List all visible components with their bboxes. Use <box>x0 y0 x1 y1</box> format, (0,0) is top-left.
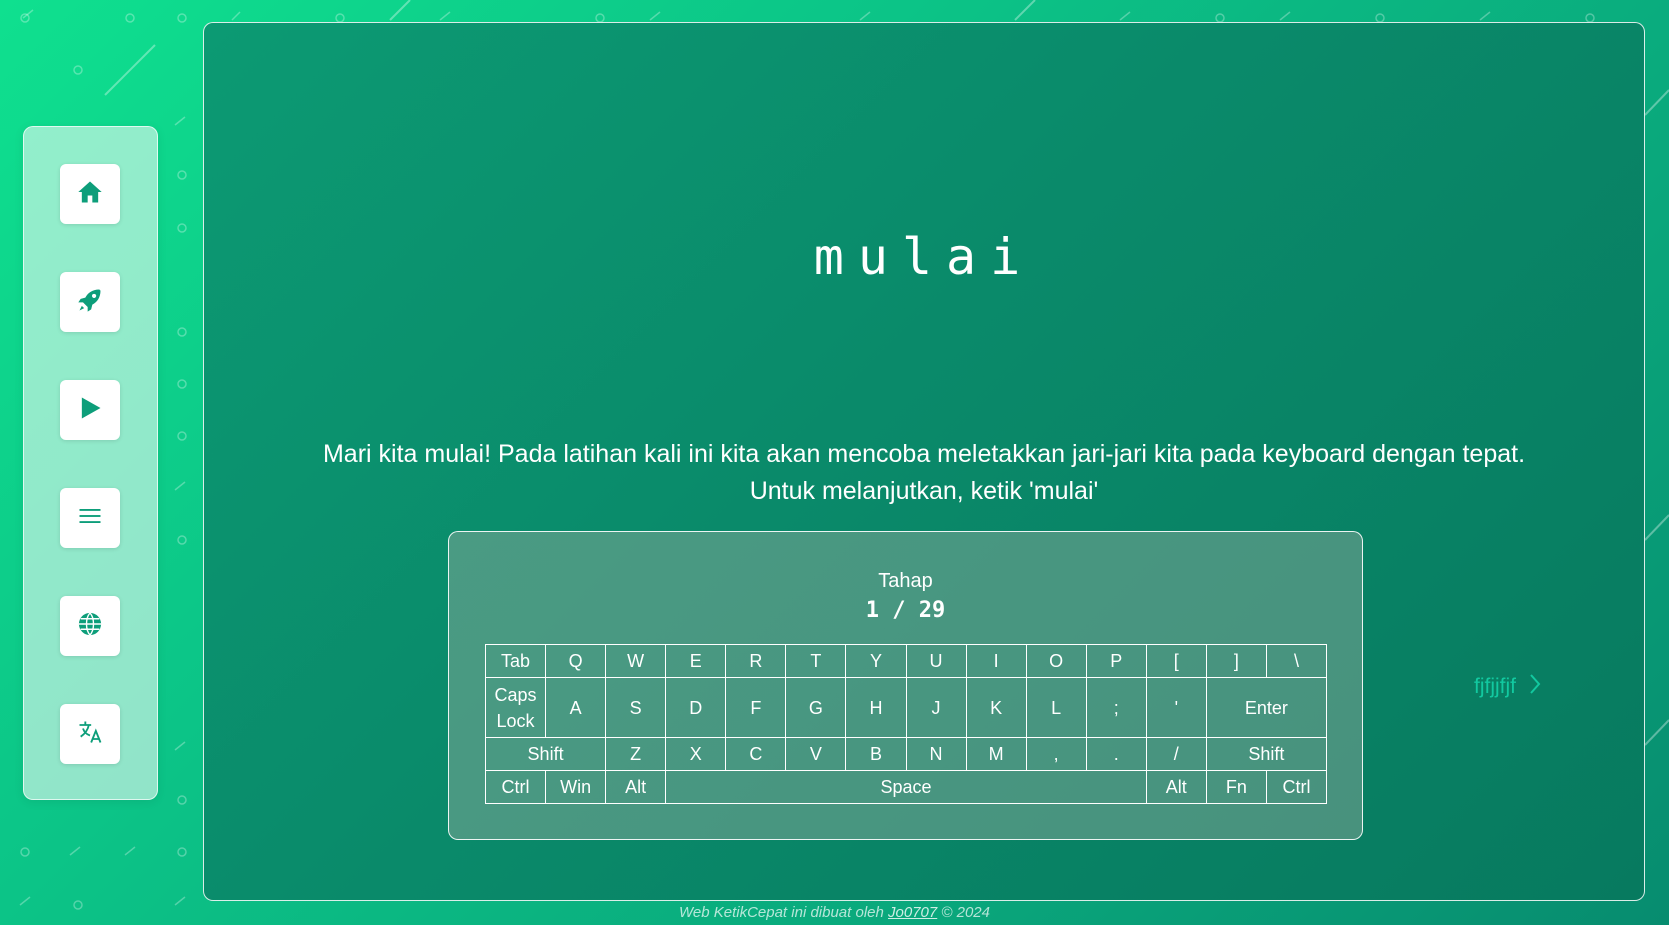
key-bracket-right: ] <box>1206 645 1267 678</box>
key-p: P <box>1086 645 1147 678</box>
key-ctrl-left: Ctrl <box>486 771 547 804</box>
translate-button[interactable] <box>60 704 120 764</box>
rocket-icon <box>76 286 104 318</box>
key-win: Win <box>546 771 607 804</box>
keyboard-layout: Tab Q W E R T Y U I O P [ ] \ Caps Lock … <box>485 644 1327 804</box>
key-backslash: \ <box>1266 645 1327 678</box>
key-s: S <box>606 678 667 738</box>
key-w: W <box>606 645 667 678</box>
key-enter: Enter <box>1206 678 1327 738</box>
author-link[interactable]: Jo0707 <box>888 904 937 921</box>
keyboard-panel: Tahap 1 / 29 Tab Q W E R T Y U I O P [ ]… <box>448 531 1363 840</box>
current-word: mulai <box>813 228 1035 286</box>
globe-icon <box>76 610 104 642</box>
key-u: U <box>906 645 967 678</box>
key-y: Y <box>846 645 907 678</box>
footer: Web KetikCepat ini dibuat oleh Jo0707 © … <box>0 904 1669 921</box>
instruction-line-1: Mari kita mulai! Pada latihan kali ini k… <box>322 440 1526 468</box>
typing-panel: mulai Mari kita mulai! Pada latihan kali… <box>203 22 1645 901</box>
instruction-line-2: Untuk melanjutkan, ketik 'mulai' <box>749 477 1099 505</box>
key-c: C <box>726 738 787 771</box>
key-bracket-left: [ <box>1146 645 1207 678</box>
key-ctrl-right: Ctrl <box>1266 771 1327 804</box>
play-button[interactable] <box>60 380 120 440</box>
key-caps-lock: Caps Lock <box>486 678 547 738</box>
key-space: Space <box>666 771 1147 804</box>
instruction-text: Mari kita mulai! Pada latihan kali ini k… <box>234 436 1614 510</box>
key-t: T <box>786 645 847 678</box>
rocket-button[interactable] <box>60 272 120 332</box>
key-m: M <box>966 738 1027 771</box>
key-b: B <box>846 738 907 771</box>
key-k: K <box>966 678 1027 738</box>
key-n: N <box>906 738 967 771</box>
key-period: . <box>1086 738 1147 771</box>
key-f: F <box>726 678 787 738</box>
key-q: Q <box>546 645 607 678</box>
key-comma: , <box>1026 738 1087 771</box>
play-icon <box>76 394 104 426</box>
key-e: E <box>666 645 727 678</box>
key-tab: Tab <box>486 645 547 678</box>
stage-count: 1 / 29 <box>865 598 946 623</box>
key-fn: Fn <box>1206 771 1267 804</box>
key-shift-right: Shift <box>1206 738 1327 771</box>
key-semicolon: ; <box>1086 678 1147 738</box>
key-a: A <box>546 678 607 738</box>
key-z: Z <box>606 738 667 771</box>
key-shift-left: Shift <box>486 738 607 771</box>
key-g: G <box>786 678 847 738</box>
key-alt-left: Alt <box>606 771 667 804</box>
key-l: L <box>1026 678 1087 738</box>
key-x: X <box>666 738 727 771</box>
key-r: R <box>726 645 787 678</box>
home-button[interactable] <box>60 164 120 224</box>
key-h: H <box>846 678 907 738</box>
stage-label: Tahap <box>878 570 933 592</box>
next-lesson-link[interactable]: fjfjjfjf <box>1474 673 1542 701</box>
translate-icon <box>76 718 104 750</box>
key-alt-right: Alt <box>1146 771 1207 804</box>
key-j: J <box>906 678 967 738</box>
menu-button[interactable] <box>60 488 120 548</box>
home-icon <box>76 178 104 210</box>
chevron-right-icon <box>1528 673 1542 701</box>
key-slash: / <box>1146 738 1207 771</box>
footer-suffix: © 2024 <box>937 904 990 921</box>
next-lesson-label: fjfjjfjf <box>1474 675 1516 698</box>
globe-button[interactable] <box>60 596 120 656</box>
key-i: I <box>966 645 1027 678</box>
footer-prefix: Web KetikCepat ini dibuat oleh <box>678 904 889 921</box>
sidebar <box>23 126 158 800</box>
key-v: V <box>786 738 847 771</box>
key-o: O <box>1026 645 1087 678</box>
menu-icon <box>76 502 104 534</box>
key-quote: ' <box>1146 678 1207 738</box>
key-d: D <box>666 678 727 738</box>
